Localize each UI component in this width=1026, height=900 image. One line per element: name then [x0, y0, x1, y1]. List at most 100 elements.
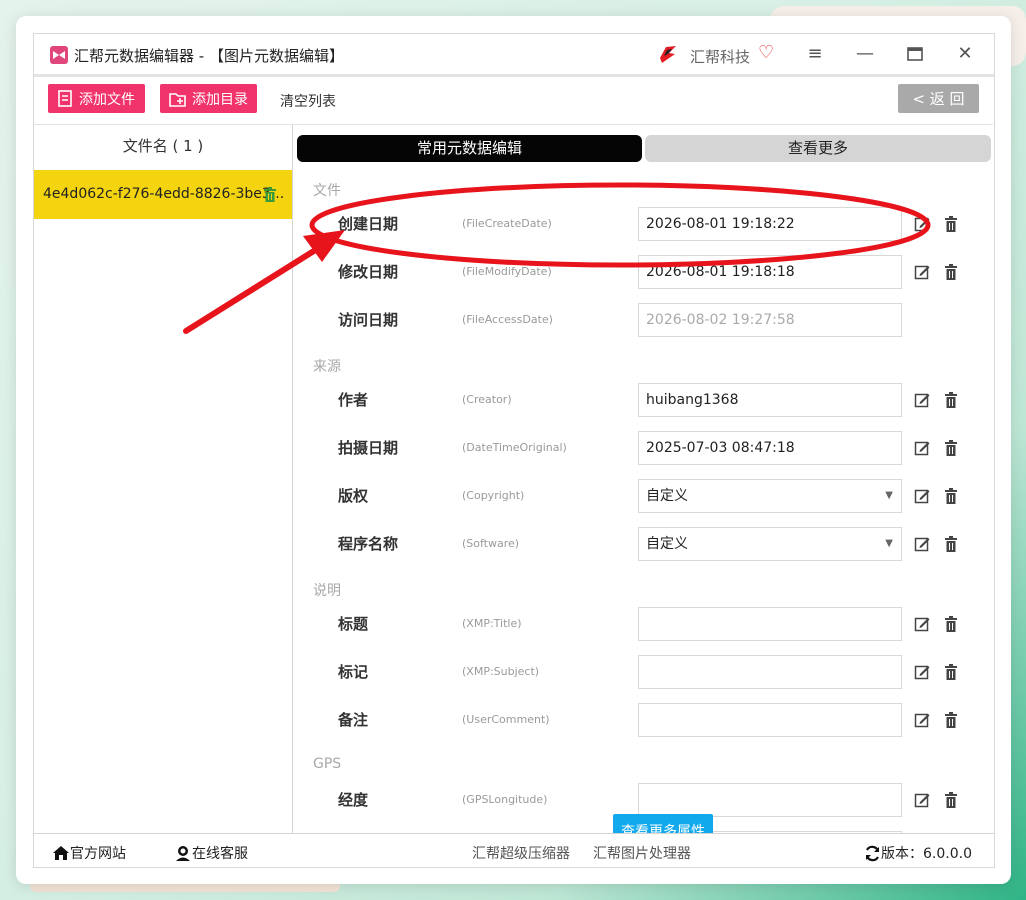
field-label: 修改日期 — [338, 263, 399, 281]
version-label: 版本：6.0.0.0 — [881, 846, 972, 862]
edit-icon[interactable] — [914, 792, 930, 808]
brand-logo-icon — [660, 46, 676, 63]
delete-icon[interactable] — [944, 536, 960, 552]
add-file-button[interactable]: 添加文件 — [48, 84, 145, 113]
software-selected-value: 自定义 — [646, 536, 688, 552]
field-key: (Software) — [462, 537, 520, 550]
edit-icon[interactable] — [914, 616, 930, 632]
edit-icon[interactable] — [914, 392, 930, 408]
file-list-panel: 文件名 ( 1 ) 4e4d062c-f276-4edd-8826-3be3..… — [34, 124, 293, 833]
add-folder-icon — [169, 92, 186, 107]
field-key: (GPSLongitude) — [462, 793, 548, 806]
add-file-label: 添加文件 — [79, 91, 135, 108]
add-directory-button[interactable]: 添加目录 — [160, 84, 257, 113]
access-date-input: 2026-08-02 19:27:58 — [638, 303, 902, 337]
close-icon[interactable]: ✕ — [950, 42, 980, 66]
clear-list-button[interactable]: 清空列表 — [280, 91, 336, 111]
delete-icon[interactable] — [944, 264, 960, 280]
back-button[interactable]: < 返 回 — [898, 84, 979, 113]
field-label: 拍摄日期 — [338, 439, 399, 457]
field-key: (Creator) — [462, 393, 512, 406]
field-key: (DateTimeOriginal) — [462, 441, 567, 454]
field-label: 标题 — [338, 615, 369, 633]
gps-longitude-input[interactable] — [638, 783, 902, 817]
delete-icon[interactable] — [944, 488, 960, 504]
window-title: 汇帮元数据编辑器 - 【图片元数据编辑】 — [74, 47, 344, 65]
online-support-link[interactable]: 在线客服 — [174, 843, 248, 863]
toolbar: 添加文件 添加目录 清空列表 < 返 回 — [34, 77, 994, 123]
software-select[interactable]: 自定义 ▼ — [638, 527, 902, 561]
add-directory-label: 添加目录 — [192, 91, 248, 108]
delete-icon[interactable] — [944, 616, 960, 632]
section-title-file: 文件 — [313, 183, 341, 199]
field-key: (FileModifyDate) — [462, 265, 552, 278]
view-more-properties-button[interactable]: 查看更多属性 — [613, 814, 713, 833]
brand-name: 汇帮科技 — [690, 48, 751, 66]
delete-icon[interactable] — [944, 664, 960, 680]
field-label: 创建日期 — [338, 215, 399, 233]
file-list-item[interactable]: 4e4d062c-f276-4edd-8826-3be3... — [34, 170, 292, 219]
edit-icon[interactable] — [914, 488, 930, 504]
section-title-gps: GPS — [313, 756, 342, 772]
field-key: (XMP:Title) — [462, 617, 522, 630]
field-label: 版权 — [338, 487, 369, 505]
file-name: 4e4d062c-f276-4edd-8826-3be3... — [43, 186, 285, 202]
copyright-selected-value: 自定义 — [646, 488, 688, 504]
version-info[interactable]: 版本：6.0.0.0 — [864, 843, 972, 863]
home-icon — [53, 846, 69, 860]
subject-input[interactable] — [638, 655, 902, 689]
copyright-select[interactable]: 自定义 ▼ — [638, 479, 902, 513]
metadata-panel: 常用元数据编辑 查看更多 文件 来源 说明 GPS 创建日期 (FileCrea… — [293, 124, 993, 833]
refresh-icon — [865, 845, 880, 861]
compressor-link[interactable]: 汇帮超级压缩器 — [472, 843, 570, 863]
user-comment-input[interactable] — [638, 703, 902, 737]
field-key: (FileAccessDate) — [462, 313, 553, 326]
official-website-label: 官方网站 — [70, 846, 126, 862]
add-file-icon — [58, 90, 72, 107]
title-input[interactable] — [638, 607, 902, 641]
field-key: (Copyright) — [462, 489, 525, 502]
field-label: 程序名称 — [338, 535, 399, 553]
section-title-source: 来源 — [313, 359, 341, 375]
app-window: 汇帮元数据编辑器 - 【图片元数据编辑】 汇帮科技 ♡ ≡ — ✕ 添加文件 添… — [33, 33, 995, 868]
field-label: 备注 — [338, 711, 369, 729]
dropdown-arrow-icon: ▼ — [885, 538, 893, 549]
support-icon — [176, 846, 190, 861]
edit-icon[interactable] — [914, 712, 930, 728]
title-bar: 汇帮元数据编辑器 - 【图片元数据编辑】 汇帮科技 ♡ ≡ — ✕ — [34, 34, 994, 77]
online-support-label: 在线客服 — [192, 846, 248, 862]
tab-common-metadata[interactable]: 常用元数据编辑 — [297, 135, 642, 162]
image-tool-link[interactable]: 汇帮图片处理器 — [593, 843, 691, 863]
edit-icon[interactable] — [914, 440, 930, 456]
delete-icon[interactable] — [944, 392, 960, 408]
maximize-icon[interactable] — [900, 42, 930, 66]
official-website-link[interactable]: 官方网站 — [52, 843, 126, 863]
field-key: (XMP:Subject) — [462, 665, 540, 678]
section-title-description: 说明 — [313, 583, 341, 599]
delete-icon[interactable] — [944, 216, 960, 232]
dropdown-arrow-icon: ▼ — [885, 490, 893, 501]
edit-icon[interactable] — [914, 264, 930, 280]
field-key: (UserComment) — [462, 713, 550, 726]
field-label: 访问日期 — [338, 311, 399, 329]
field-key: (FileCreateDate) — [462, 217, 552, 230]
tab-view-more[interactable]: 查看更多 — [645, 135, 991, 162]
footer: 官方网站 在线客服 汇帮超级压缩器 汇帮图片处理器 版本：6.0.0.0 — [34, 833, 994, 868]
create-date-input[interactable]: 2026-08-01 19:18:22 — [638, 207, 902, 241]
edit-icon[interactable] — [914, 664, 930, 680]
creator-input[interactable]: huibang1368 — [638, 383, 902, 417]
file-list-header: 文件名 ( 1 ) — [122, 137, 204, 155]
edit-icon[interactable] — [914, 216, 930, 232]
vip-icon[interactable]: ♡ — [758, 42, 774, 63]
field-label: 标记 — [338, 663, 369, 681]
delete-icon[interactable] — [944, 792, 960, 808]
modify-date-input[interactable]: 2026-08-01 19:18:18 — [638, 255, 902, 289]
field-label: 经度 — [338, 791, 369, 809]
minimize-icon[interactable]: — — [850, 42, 880, 66]
hamburger-icon[interactable]: ≡ — [800, 42, 830, 66]
edit-icon[interactable] — [914, 536, 930, 552]
delete-icon[interactable] — [944, 712, 960, 728]
delete-file-icon[interactable] — [263, 187, 277, 202]
date-time-original-input[interactable]: 2025-07-03 08:47:18 — [638, 431, 902, 465]
delete-icon[interactable] — [944, 440, 960, 456]
